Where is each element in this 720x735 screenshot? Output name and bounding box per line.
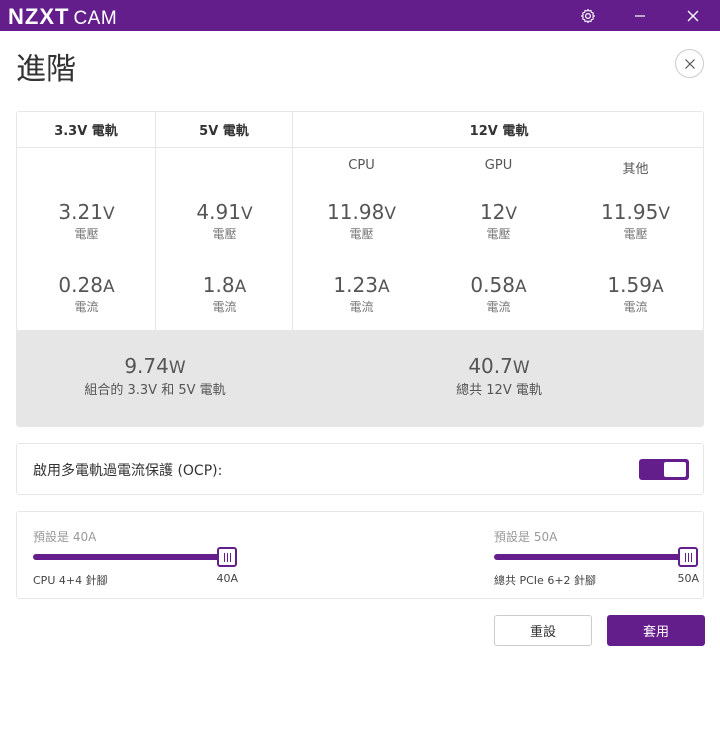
settings-button[interactable] <box>574 3 602 28</box>
total-caption: 組合的 3.3V 和 5V 電軌 <box>84 383 226 398</box>
gpu-current: 0.58A 電流 <box>430 273 567 315</box>
rail-12v-other: 其他 11.95V 電壓 1.59A 電流 <box>567 148 703 330</box>
voltage-unit: V <box>658 204 670 224</box>
ocp-label: 啟用多電軌過電流保護 (OCP): <box>33 463 223 479</box>
close-icon <box>687 10 699 21</box>
total-caption: 總共 12V 電軌 <box>456 383 542 398</box>
slider-thumb[interactable] <box>678 547 698 567</box>
title-bar: NZXT CAM <box>0 0 720 31</box>
slider-thumb[interactable] <box>217 547 237 567</box>
cpu-current: 1.23A 電流 <box>293 273 430 315</box>
rails-totals: 9.74W 組合的 3.3V 和 5V 電軌 40.7W 總共 12V 電軌 <box>17 330 703 426</box>
voltage-caption: 電壓 <box>623 227 648 241</box>
voltage-value: 11.95 <box>601 200 659 224</box>
current-caption: 電流 <box>623 300 648 314</box>
rail-12v-gpu: GPU 12V 電壓 0.58A 電流 <box>430 148 567 330</box>
rail-5v-current: 1.8A 電流 <box>156 273 293 315</box>
voltage-caption: 電壓 <box>74 227 99 241</box>
ocp-toggle[interactable] <box>639 459 689 480</box>
pcie-limit-slider: 預設是 50A 總共 PCIe 6+2 針腳 50A <box>494 512 699 600</box>
slider-name: CPU 4+4 針腳 <box>33 574 108 587</box>
voltage-value: 11.98 <box>327 200 385 224</box>
ocp-limits-panel: 預設是 40A CPU 4+4 針腳 40A 預設是 50A 總共 PCIe 6… <box>16 511 704 599</box>
rails-panel: 3.3V 電軌 3.21V 電壓 0.28A 電流 5V 電軌 4.91V 電壓 <box>16 111 704 427</box>
current-unit: A <box>102 277 115 297</box>
close-icon <box>684 58 695 69</box>
gear-icon <box>581 8 595 23</box>
voltage-caption: 電壓 <box>212 227 237 241</box>
rail-12v: 12V 電軌 CPU 11.98V 電壓 1.23A 電流 GPU 12V 電壓 <box>293 112 703 330</box>
voltage-unit: V <box>384 204 396 224</box>
app-name: CAM <box>73 8 118 29</box>
rail-12v-cpu: CPU 11.98V 電壓 1.23A 電流 <box>293 148 430 330</box>
current-caption: 電流 <box>212 300 237 314</box>
rail-5v-voltage: 4.91V 電壓 <box>156 200 293 242</box>
current-caption: 電流 <box>486 300 511 314</box>
ocp-setting: 啟用多電軌過電流保護 (OCP): <box>16 443 704 495</box>
voltage-value: 3.21 <box>58 200 103 224</box>
rail-5v-header: 5V 電軌 <box>156 112 292 148</box>
voltage-caption: 電壓 <box>486 227 511 241</box>
slider-value: 40A <box>216 572 238 585</box>
rail-3v3-voltage: 3.21V 電壓 <box>18 200 155 242</box>
total-unit: W <box>168 358 186 378</box>
brand: NZXT CAM <box>8 4 117 30</box>
current-value: 0.28 <box>58 273 103 297</box>
cpu-voltage: 11.98V 電壓 <box>293 200 430 242</box>
apply-button[interactable]: 套用 <box>607 615 705 646</box>
sub-rail-label: CPU <box>348 158 375 173</box>
voltage-caption: 電壓 <box>349 227 374 241</box>
gpu-voltage: 12V 電壓 <box>430 200 567 242</box>
voltage-unit: V <box>102 204 115 224</box>
toggle-knob <box>664 462 686 477</box>
voltage-value: 12 <box>479 200 506 224</box>
cpu-limit-slider: 預設是 40A CPU 4+4 針腳 40A <box>33 512 238 600</box>
current-value: 1.59 <box>607 273 652 297</box>
current-caption: 電流 <box>349 300 374 314</box>
slider-track[interactable] <box>33 554 227 560</box>
current-unit: A <box>377 277 390 297</box>
slider-default-label: 預設是 50A <box>494 530 558 544</box>
minimize-button[interactable] <box>626 3 654 28</box>
current-unit: A <box>234 277 247 297</box>
rail-3v3-current: 0.28A 電流 <box>18 273 155 315</box>
sub-rail-label: 其他 <box>622 162 649 177</box>
combined-3v3-5v-total: 9.74W 組合的 3.3V 和 5V 電軌 <box>17 354 293 398</box>
current-value: 1.8 <box>202 273 235 297</box>
page-close-button[interactable] <box>675 49 704 78</box>
slider-name: 總共 PCIe 6+2 針腳 <box>494 574 597 587</box>
slider-track[interactable] <box>494 554 688 560</box>
voltage-value: 4.91 <box>196 200 241 224</box>
slider-default-label: 預設是 40A <box>33 530 97 544</box>
rail-3v3-readings: 3.21V 電壓 0.28A 電流 <box>18 148 155 330</box>
page-title: 進階 <box>16 52 76 87</box>
voltage-unit: V <box>240 204 253 224</box>
rail-5v: 5V 電軌 4.91V 電壓 1.8A 電流 <box>156 112 293 330</box>
other-current: 1.59A 電流 <box>567 273 703 315</box>
current-unit: A <box>514 277 527 297</box>
total-unit: W <box>512 358 530 378</box>
rail-3v3: 3.3V 電軌 3.21V 電壓 0.28A 電流 <box>17 112 156 330</box>
current-value: 0.58 <box>470 273 515 297</box>
slider-fill <box>494 554 688 560</box>
rails-readings: 3.3V 電軌 3.21V 電壓 0.28A 電流 5V 電軌 4.91V 電壓 <box>17 112 703 330</box>
total-value: 40.7 <box>468 354 513 378</box>
current-value: 1.23 <box>333 273 378 297</box>
minimize-icon <box>635 14 645 17</box>
reset-button[interactable]: 重設 <box>494 615 592 646</box>
window-close-button[interactable] <box>679 3 707 28</box>
slider-fill <box>33 554 227 560</box>
total-value: 9.74 <box>124 354 169 378</box>
current-unit: A <box>651 277 664 297</box>
sub-rail-label: GPU <box>484 158 513 173</box>
rail-3v3-header: 3.3V 電軌 <box>17 112 155 148</box>
other-voltage: 11.95V 電壓 <box>567 200 703 242</box>
rail-12v-header: 12V 電軌 <box>293 112 703 148</box>
voltage-unit: V <box>505 204 518 224</box>
rail-5v-readings: 4.91V 電壓 1.8A 電流 <box>156 148 293 330</box>
current-caption: 電流 <box>74 300 99 314</box>
brand-logo: NZXT <box>8 4 70 29</box>
slider-value: 50A <box>677 572 699 585</box>
total-12v: 40.7W 總共 12V 電軌 <box>361 354 637 398</box>
